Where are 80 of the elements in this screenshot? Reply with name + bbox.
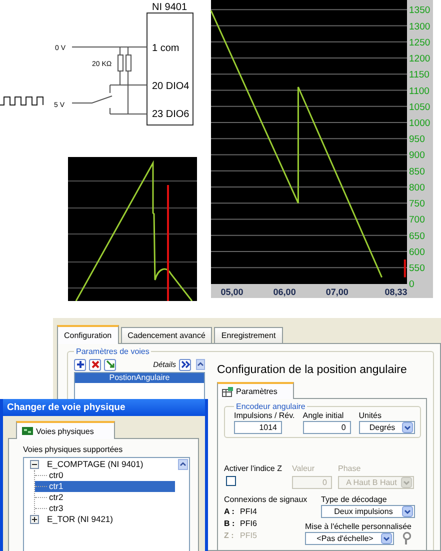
tick-label: 650: [409, 230, 425, 242]
tick-label: 550: [409, 263, 425, 274]
data-line: [404, 260, 406, 278]
tab[interactable]: Cadencement avancé: [120, 327, 212, 343]
tree-item[interactable]: E_TOR (NI 9421): [24, 514, 175, 525]
pin-label: Z :: [224, 531, 235, 541]
field-label: Valeur: [292, 464, 316, 474]
pin-label: B :: [224, 519, 236, 529]
tick-label: 1150: [409, 70, 430, 81]
tick-label: 08,33: [384, 287, 408, 297]
field-label: Activer l'indice Z: [224, 464, 283, 474]
pin-label: 20 DIO4: [152, 81, 190, 92]
tree-item[interactable]: ctr1: [35, 481, 175, 492]
tree-item[interactable]: ctr2: [35, 492, 175, 503]
tick-label: 1250: [409, 37, 430, 48]
tick-label: 05,00: [220, 287, 244, 297]
decoding-dropdown[interactable]: Deux impulsions: [321, 505, 415, 518]
tab[interactable]: Paramètres: [217, 382, 294, 399]
wrench-icon[interactable]: [402, 532, 411, 545]
collapse-icon[interactable]: [30, 460, 39, 469]
expand-icon[interactable]: [30, 515, 39, 524]
pin-label: 1 com: [152, 43, 180, 54]
tick-label: 1100: [409, 86, 430, 97]
tick-label: 0: [409, 279, 414, 290]
tick-label: 850: [409, 166, 425, 178]
tab[interactable]: Configuration: [57, 325, 119, 344]
panel-title: Configuration de la position angulaire: [217, 363, 408, 378]
details-button[interactable]: [179, 358, 191, 370]
scroll-up-icon[interactable]: [196, 359, 205, 370]
delete-icon: [91, 360, 99, 368]
section-label: Connexions de signaux: [224, 495, 308, 504]
field-label: Impulsions / Rév.: [234, 411, 295, 421]
tick-label: 700: [409, 214, 425, 226]
tick-label: 07,00: [326, 287, 348, 297]
scroll-up-icon[interactable]: [178, 459, 188, 470]
pin-value: PFI4: [240, 507, 257, 517]
group-title: Paramètres de voies: [75, 347, 150, 356]
tick-label: 1000: [409, 118, 430, 129]
tick-label: 06,00: [273, 287, 296, 297]
group-title: Encodeur angulaire: [235, 402, 306, 411]
tick-label: 950: [409, 134, 425, 146]
field-label: Phase: [338, 464, 362, 474]
double-chevron-icon: [180, 360, 190, 369]
scaling-dropdown[interactable]: <Pas d'échelle>: [305, 532, 394, 545]
list-item[interactable]: PostionAngulaire: [75, 373, 204, 383]
toolbar-button[interactable]: [89, 358, 101, 370]
window-title: Changer de voie physique: [7, 402, 126, 413]
pin-value: PFI5: [240, 531, 257, 541]
tick-label: 1050: [409, 102, 430, 113]
pin-label: 23 DIO6: [152, 109, 190, 120]
module-label: NI 9401: [152, 2, 188, 13]
pulse-wave-icon: [0, 96, 44, 106]
pin-value: PFI6: [240, 519, 257, 529]
arrow-icon: [106, 360, 114, 368]
tick-label: 900: [409, 150, 425, 162]
field-label: Angle initial: [302, 411, 345, 421]
tick-label: 1200: [409, 54, 430, 65]
tab[interactable]: Voies physiques: [16, 421, 115, 439]
plus-icon: [76, 360, 84, 369]
device-icon: [22, 427, 33, 435]
field-label: Voies physiques supportées: [23, 445, 124, 455]
tree-item[interactable]: ctr3: [35, 503, 175, 514]
pin-label: A :: [224, 507, 236, 517]
tab[interactable]: Enregistrement: [214, 327, 283, 343]
table-icon: [222, 386, 233, 396]
tree-item[interactable]: ctr0: [35, 470, 175, 481]
number-field[interactable]: 1014: [234, 421, 282, 434]
toolbar-button[interactable]: [104, 358, 116, 370]
toolbar-button[interactable]: [74, 358, 86, 370]
number-field[interactable]: 0: [302, 421, 351, 434]
tick-label: 800: [409, 182, 425, 194]
tick-label: 1300: [409, 21, 430, 32]
field-label: Type de décodage: [321, 495, 387, 505]
units-dropdown[interactable]: Degrés: [358, 421, 415, 434]
tree-item[interactable]: E_COMPTAGE (NI 9401): [24, 459, 175, 470]
field-label: Unités: [358, 411, 382, 421]
tick-label: 600: [409, 246, 425, 258]
field-label: Mise à l'échelle personnalisée: [305, 522, 412, 532]
tick-label: 1350: [409, 5, 430, 16]
tick-label: 750: [409, 198, 425, 210]
